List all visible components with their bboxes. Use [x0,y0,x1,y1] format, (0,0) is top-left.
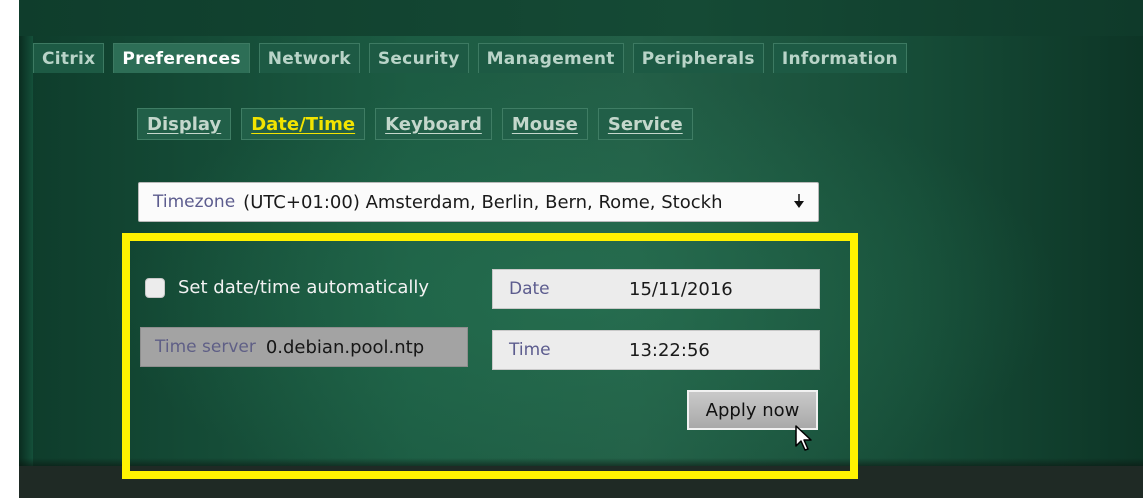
timezone-select[interactable]: Timezone (UTC+01:00) Amsterdam, Berlin, … [138,182,819,222]
timezone-label: Timezone [153,192,236,212]
tab-network[interactable]: Network [258,43,360,73]
tab-preferences[interactable]: Preferences [113,43,250,73]
subtab-mouse[interactable]: Mouse [501,108,588,140]
subtab-display[interactable]: Display [137,108,232,140]
subtab-service[interactable]: Service [597,108,693,140]
tab-citrix[interactable]: Citrix [33,43,105,73]
highlight-frame [122,233,858,479]
top-band [19,0,1143,36]
panel-edge [19,36,33,468]
tab-peripherals[interactable]: Peripherals [632,43,764,73]
mouse-pointer-icon [795,425,812,451]
main-tab-bar: Citrix Preferences Network Security Mana… [33,43,907,73]
tab-security[interactable]: Security [368,43,469,73]
subtab-date-time[interactable]: Date/Time [241,108,366,140]
screen: Citrix Preferences Network Security Mana… [19,0,1143,498]
sub-tab-bar: Display Date/Time Keyboard Mouse Service [137,108,693,142]
timezone-value: (UTC+01:00) Amsterdam, Berlin, Bern, Rom… [243,191,723,213]
subtab-keyboard[interactable]: Keyboard [375,108,492,140]
dropdown-arrow-icon [794,194,804,208]
tab-information[interactable]: Information [772,43,907,73]
tab-management[interactable]: Management [477,43,624,73]
